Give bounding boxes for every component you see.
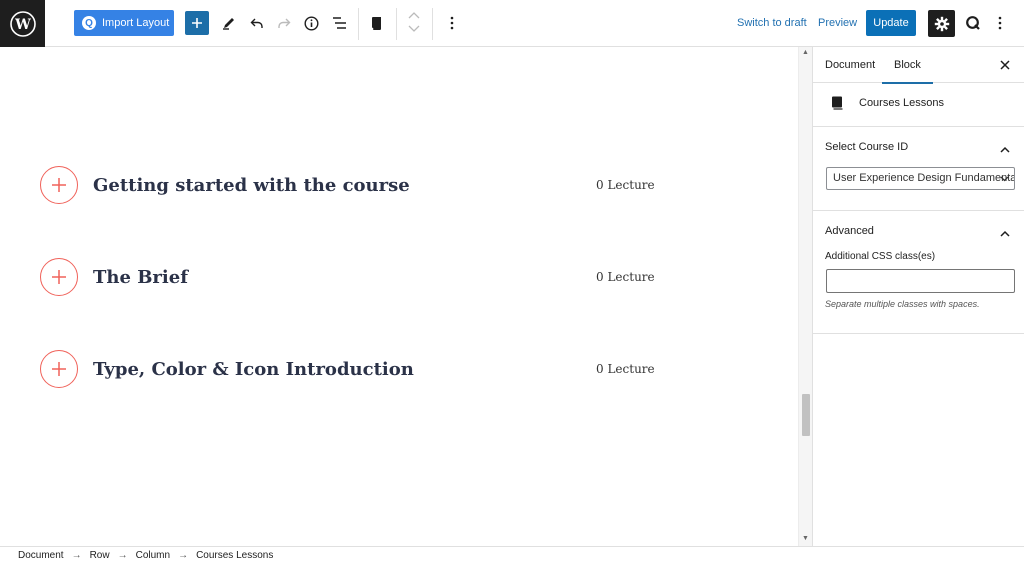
select-course-panel-toggle[interactable]: Select Course ID <box>813 127 1024 167</box>
wordpress-logo-icon[interactable]: W <box>0 0 45 47</box>
breadcrumb-item-row[interactable]: Row <box>90 550 110 561</box>
close-sidebar-button[interactable] <box>1000 57 1010 73</box>
panel-title: Select Course ID <box>825 141 909 153</box>
pencil-icon <box>223 18 234 30</box>
advanced-panel: Advanced Additional CSS class(es) Separa… <box>813 211 1024 334</box>
tab-document[interactable]: Document <box>825 59 875 71</box>
lesson-count: 0 Lecture <box>596 362 655 376</box>
book-icon <box>372 17 381 30</box>
switch-to-draft-link[interactable]: Switch to draft <box>737 17 807 29</box>
block-options-button[interactable] <box>440 11 464 35</box>
plus-icon <box>52 270 66 284</box>
breadcrumb: Document → Row → Column → Courses Lesson… <box>0 546 1024 564</box>
lesson-item[interactable]: Getting started with the course 0 Lectur… <box>40 165 700 205</box>
more-vertical-icon <box>998 16 1002 30</box>
chevron-down-icon <box>408 25 420 32</box>
lesson-item[interactable]: Type, Color & Icon Introduction 0 Lectur… <box>40 349 700 389</box>
lesson-title: Getting started with the course <box>93 174 410 196</box>
block-type-button[interactable] <box>365 11 389 35</box>
move-up-button[interactable] <box>402 8 426 22</box>
select-course-panel: Select Course ID User Experience Design … <box>813 127 1024 211</box>
scroll-down-arrow-icon[interactable]: ▼ <box>802 535 809 542</box>
toolbar-divider <box>432 8 433 40</box>
chevron-up-icon <box>1000 140 1010 158</box>
block-name: Courses Lessons <box>859 97 944 109</box>
sidebar-tabs: Document Block <box>813 47 1024 84</box>
arrow-right-icon: → <box>71 550 82 561</box>
svg-text:W: W <box>14 17 31 33</box>
chevron-up-icon <box>1000 224 1010 242</box>
editor-canvas: Getting started with the course 0 Lectur… <box>0 47 798 546</box>
gear-icon <box>934 16 949 31</box>
toolbar-divider <box>358 8 359 40</box>
more-options-button[interactable] <box>988 11 1012 35</box>
update-button[interactable]: Update <box>866 10 916 36</box>
lesson-item[interactable]: The Brief 0 Lecture <box>40 257 700 297</box>
scrollbar-thumb[interactable] <box>802 394 810 436</box>
more-vertical-icon <box>450 16 454 30</box>
qubely-q-icon <box>966 16 980 30</box>
lesson-count: 0 Lecture <box>596 178 655 192</box>
info-icon <box>303 15 319 31</box>
block-card: Courses Lessons <box>813 83 1024 127</box>
expand-lesson-button[interactable] <box>40 166 78 204</box>
panel-title: Advanced <box>825 225 874 237</box>
css-class-input[interactable] <box>826 269 1015 293</box>
redo-button[interactable] <box>272 11 296 35</box>
editor-scrollbar[interactable]: ▲ ▼ <box>798 47 812 546</box>
course-id-selected-value: User Experience Design Fundamentals <box>833 172 1015 184</box>
editor-toolbar: W Q Import Layout Switch to draft Previe… <box>0 0 1024 47</box>
plus-icon <box>52 178 66 192</box>
book-icon <box>831 96 844 115</box>
preview-link[interactable]: Preview <box>818 17 857 29</box>
scroll-up-arrow-icon[interactable]: ▲ <box>802 49 809 56</box>
details-button[interactable] <box>299 11 323 35</box>
qubely-settings-button[interactable] <box>963 13 983 33</box>
css-class-label: Additional CSS class(es) <box>825 251 936 262</box>
breadcrumb-item-courses-lessons[interactable]: Courses Lessons <box>196 550 273 561</box>
add-block-button[interactable] <box>185 11 209 35</box>
plus-icon <box>192 18 202 28</box>
redo-icon <box>278 18 291 28</box>
plus-icon <box>52 362 66 376</box>
chevron-up-icon <box>408 12 420 19</box>
import-layout-label: Import Layout <box>102 17 170 29</box>
list-view-button[interactable] <box>327 11 351 35</box>
css-class-help-text: Separate multiple classes with spaces. <box>825 299 980 309</box>
lesson-title: Type, Color & Icon Introduction <box>93 358 414 380</box>
breadcrumb-item-column[interactable]: Column <box>136 550 170 561</box>
chevron-down-icon <box>1000 173 1009 185</box>
edit-tool-button[interactable] <box>217 11 241 35</box>
lesson-count: 0 Lecture <box>596 270 655 284</box>
course-id-select[interactable]: User Experience Design Fundamentals <box>826 167 1015 190</box>
import-layout-button[interactable]: Q Import Layout <box>74 10 174 36</box>
expand-lesson-button[interactable] <box>40 258 78 296</box>
lesson-title: The Brief <box>93 266 188 288</box>
move-down-button[interactable] <box>402 22 426 36</box>
qubely-icon: Q <box>82 16 96 30</box>
undo-icon <box>250 18 263 28</box>
tab-block[interactable]: Block <box>882 59 933 84</box>
list-view-icon <box>332 17 346 29</box>
arrow-right-icon: → <box>178 550 189 561</box>
undo-button[interactable] <box>245 11 269 35</box>
settings-sidebar: Document Block Courses Lessons Select Co… <box>812 47 1024 546</box>
advanced-panel-toggle[interactable]: Advanced <box>813 211 1024 251</box>
close-icon <box>1000 60 1010 70</box>
toolbar-divider <box>396 8 397 40</box>
settings-button[interactable] <box>928 10 955 37</box>
arrow-right-icon: → <box>117 550 128 561</box>
breadcrumb-item-document[interactable]: Document <box>18 550 64 561</box>
expand-lesson-button[interactable] <box>40 350 78 388</box>
